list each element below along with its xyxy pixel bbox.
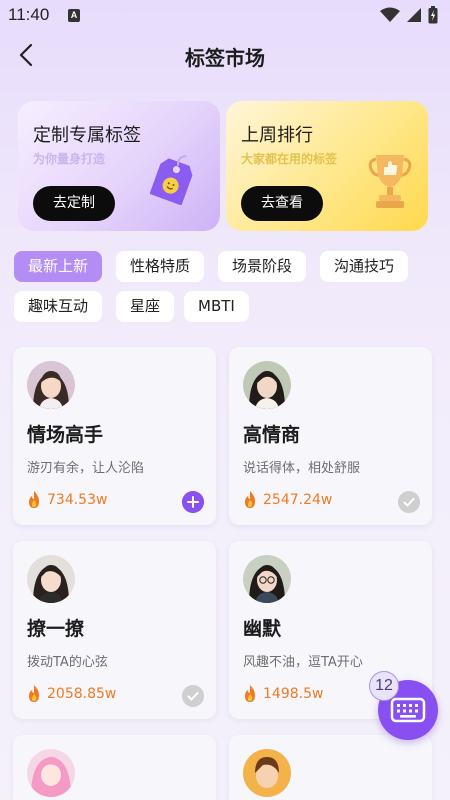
weekly-ranking-promo-card[interactable]: 上周排行 大家都在用的标签 去查看 xyxy=(226,101,428,231)
promo-subtitle: 为你量身打造 xyxy=(33,152,106,166)
added-check-icon[interactable] xyxy=(182,685,204,707)
a-notification-icon: A xyxy=(68,9,80,22)
fire-icon xyxy=(29,685,39,702)
avatar xyxy=(27,749,75,797)
category-chip-personality[interactable]: 性格特质 xyxy=(116,251,205,282)
promo-title: 上周排行 xyxy=(241,125,313,146)
status-time: 11:40 xyxy=(8,5,50,24)
battery-icon xyxy=(428,6,438,24)
popularity: 734.53w xyxy=(27,491,107,508)
popularity-count: 2547.24w xyxy=(263,491,333,508)
popularity-count: 1498.5w xyxy=(263,685,324,702)
category-chip-scene[interactable]: 场景阶段 xyxy=(218,251,307,282)
promo-title: 定制专属标签 xyxy=(33,125,141,146)
page-title: 标签市场 xyxy=(185,46,265,70)
tag-card[interactable]: 高情商 说话得体，相处舒服 2547.24w xyxy=(229,347,432,525)
popularity: 2547.24w xyxy=(243,491,332,508)
avatar xyxy=(27,555,75,603)
category-chip-mbti[interactable]: MBTI xyxy=(184,291,249,322)
status-icons xyxy=(380,6,438,24)
tag-card[interactable] xyxy=(13,735,216,800)
avatar xyxy=(27,361,75,409)
price-tag-icon xyxy=(150,155,193,205)
popularity: 1498.5w xyxy=(243,685,323,702)
card-description: 说话得体，相处舒服 xyxy=(243,461,361,476)
category-chip-zodiac[interactable]: 星座 xyxy=(116,291,175,322)
avatar xyxy=(243,749,291,797)
tag-card[interactable]: 撩一撩 拨动TA的心弦 2058.85w xyxy=(13,541,216,719)
fire-icon xyxy=(29,491,39,508)
card-title: 幽默 xyxy=(243,618,282,640)
card-title: 高情商 xyxy=(243,424,301,446)
card-title: 情场高手 xyxy=(27,424,104,446)
fire-icon xyxy=(245,685,255,702)
popularity: 2058.85w xyxy=(27,685,116,702)
tag-card[interactable]: 情场高手 游刃有余，让人沦陷 734.53w xyxy=(13,347,216,525)
category-chip-fun[interactable]: 趣味互动 xyxy=(14,291,103,322)
wifi-icon xyxy=(380,7,400,22)
popularity-count: 2058.85w xyxy=(47,685,117,702)
category-chip-communication[interactable]: 沟通技巧 xyxy=(320,251,409,282)
customize-button[interactable]: 去定制 xyxy=(33,186,115,221)
tag-card[interactable] xyxy=(229,735,432,800)
card-title: 撩一撩 xyxy=(27,618,85,640)
avatar xyxy=(243,361,291,409)
promo-subtitle: 大家都在用的标签 xyxy=(241,152,338,166)
card-description: 风趣不油，逗TA开心 xyxy=(243,655,363,670)
popularity-count: 734.53w xyxy=(47,491,108,508)
avatar xyxy=(243,555,291,603)
keyboard-badge: 12 xyxy=(369,671,399,701)
fire-icon xyxy=(245,491,255,508)
card-description: 拨动TA的心弦 xyxy=(27,655,108,670)
custom-tag-promo-card[interactable]: 定制专属标签 为你量身打造 去定制 xyxy=(18,101,220,231)
card-description: 游刃有余，让人沦陷 xyxy=(27,461,145,476)
add-tag-button[interactable] xyxy=(182,491,204,513)
signal-icon xyxy=(407,8,421,22)
added-check-icon[interactable] xyxy=(398,491,420,513)
trophy-icon xyxy=(368,155,412,208)
category-chip-newest[interactable]: 最新上新 xyxy=(14,251,103,282)
status-bar: 11:40 A xyxy=(0,0,450,32)
view-ranking-button[interactable]: 去查看 xyxy=(241,186,323,221)
